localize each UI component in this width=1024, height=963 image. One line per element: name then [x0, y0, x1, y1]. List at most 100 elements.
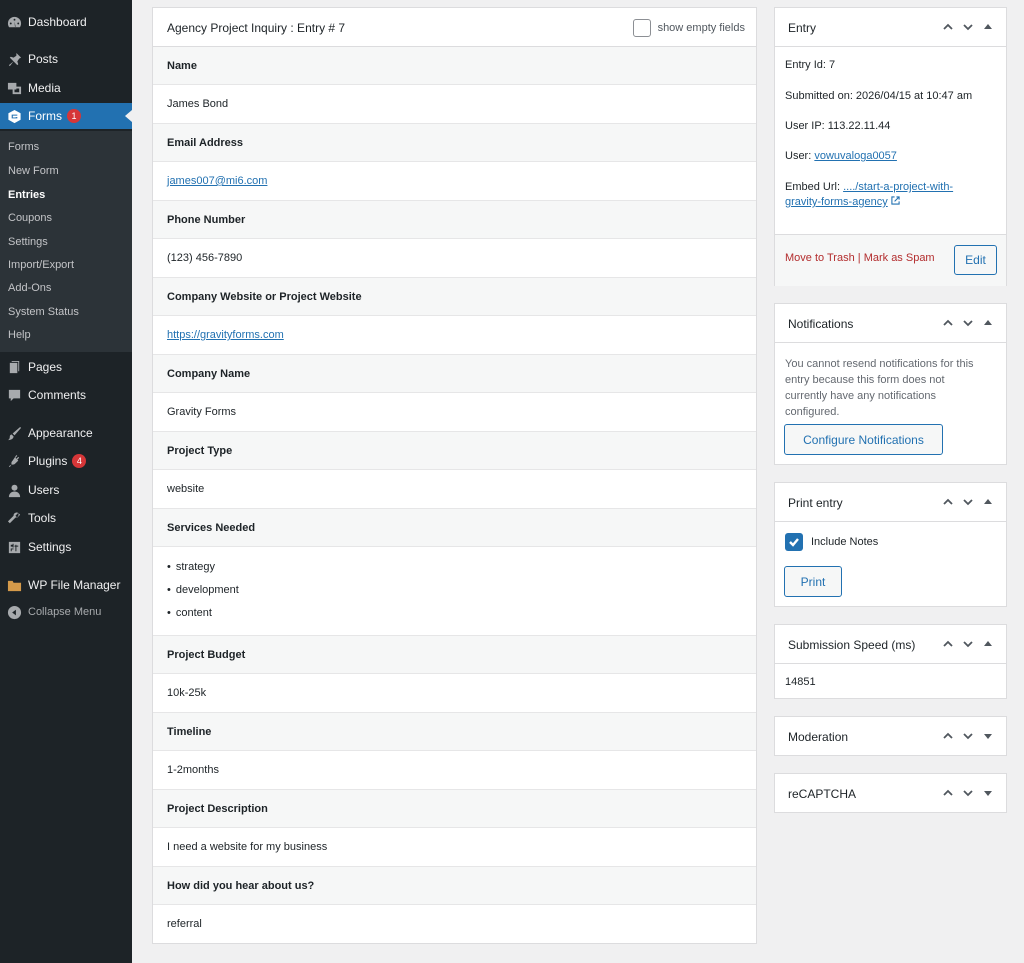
moderation-box-header: Moderation [775, 717, 1006, 756]
chevron-down-icon [963, 733, 973, 740]
chevron-down-icon [963, 24, 973, 31]
include-notes-checkbox[interactable] [785, 533, 803, 551]
toggle-panel-button[interactable] [978, 785, 998, 801]
field-value-row: (123) 456-7890 [153, 239, 756, 278]
menu-label: Users [28, 483, 60, 497]
menu-forms[interactable]: Forms 1 [0, 103, 132, 129]
menu-settings[interactable]: Settings [0, 534, 132, 560]
entry-card-header: Agency Project Inquiry : Entry # 7 show … [153, 8, 756, 47]
notifications-box-title: Notifications [788, 317, 854, 331]
chevron-up-icon [943, 732, 953, 739]
chevron-up-icon [943, 640, 953, 647]
chevron-up-icon [943, 498, 953, 505]
field-label: Project Type [167, 444, 233, 457]
embed-url-link-continued[interactable]: gravity-forms-agency [785, 196, 888, 208]
chevron-down-icon [963, 320, 973, 327]
menu-tools[interactable]: Tools [0, 505, 132, 531]
menu-label: Appearance [28, 426, 93, 440]
embed-url-link[interactable]: ..../start-a-project-with- [843, 181, 953, 193]
collapse-menu-button[interactable]: Collapse Menu [0, 599, 132, 625]
field-value: I need a website for my business [167, 841, 328, 853]
field-value-row: I need a website for my business [153, 828, 756, 867]
move-up-button[interactable] [938, 785, 958, 801]
mark-as-spam-link[interactable]: Mark as Spam [864, 252, 935, 264]
menu-posts[interactable]: Posts [0, 46, 132, 72]
list-item: development [167, 580, 239, 603]
user-ip: User IP: 113.22.11.44 [785, 120, 891, 132]
menu-pages[interactable]: Pages [0, 354, 132, 380]
menu-label: Forms [28, 109, 62, 123]
website-link[interactable]: https://gravityforms.com [167, 329, 284, 341]
menu-wp-file-manager[interactable]: WP File Manager [0, 572, 132, 598]
toggle-panel-button[interactable] [978, 19, 998, 35]
move-down-button[interactable] [958, 494, 978, 510]
move-down-button[interactable] [958, 728, 978, 744]
submenu-add-ons[interactable]: Add-Ons [8, 282, 51, 294]
submenu-forms[interactable]: Forms [8, 141, 39, 153]
move-up-button[interactable] [938, 19, 958, 35]
submenu-coupons[interactable]: Coupons [8, 212, 52, 224]
menu-comments[interactable]: Comments [0, 382, 132, 408]
submenu-new-form[interactable]: New Form [8, 165, 59, 177]
submission-speed-value: 14851 [785, 676, 816, 688]
menu-users[interactable]: Users [0, 477, 132, 503]
move-up-button[interactable] [938, 636, 958, 652]
submenu-settings[interactable]: Settings [8, 236, 48, 248]
toggle-panel-button[interactable] [978, 315, 998, 331]
check-icon [789, 538, 799, 547]
move-to-trash-link[interactable]: Move to Trash [785, 252, 855, 264]
move-up-button[interactable] [938, 315, 958, 331]
menu-plugins[interactable]: Plugins 4 [0, 448, 132, 474]
field-value-row: 10k-25k [153, 674, 756, 713]
forms-submenu: Forms New Form Entries Coupons Settings … [0, 131, 132, 352]
move-down-button[interactable] [958, 19, 978, 35]
field-value: (123) 456-7890 [167, 252, 243, 264]
toggle-panel-button[interactable] [978, 636, 998, 652]
toggle-panel-button[interactable] [978, 728, 998, 744]
menu-label: Comments [28, 388, 87, 402]
field-label-row: Timeline [153, 713, 756, 751]
user-link[interactable]: vowuvaloga0057 [814, 150, 897, 162]
user-icon [6, 482, 22, 498]
submenu-entries[interactable]: Entries [8, 189, 45, 201]
show-empty-fields-checkbox[interactable] [632, 19, 651, 37]
menu-label: Pages [28, 360, 63, 374]
field-value: website [167, 483, 205, 495]
page-icon [6, 359, 22, 375]
moderation-box: Moderation [774, 716, 1007, 756]
embed-url-row: Embed Url: ..../start-a-project-with- gr… [785, 180, 953, 210]
chevron-up-icon [943, 789, 953, 796]
recaptcha-box-title: reCAPTCHA [788, 787, 857, 801]
triangle-up-icon [984, 24, 992, 29]
move-down-button[interactable] [958, 315, 978, 331]
external-link-icon [891, 196, 900, 205]
submenu-system-status[interactable]: System Status [8, 306, 79, 318]
email-link[interactable]: james007@mi6.com [167, 175, 267, 187]
print-button[interactable]: Print [784, 566, 842, 597]
chevron-down-icon [963, 790, 973, 797]
show-empty-fields-toggle[interactable]: show empty fields [632, 19, 745, 37]
submenu-import-export[interactable]: Import/Export [8, 259, 74, 271]
configure-notifications-button[interactable]: Configure Notifications [784, 424, 943, 455]
field-label-row: Phone Number [153, 201, 756, 239]
menu-dashboard[interactable]: Dashboard [0, 9, 132, 35]
recaptcha-box: reCAPTCHA [774, 773, 1007, 813]
toggle-panel-button[interactable] [978, 494, 998, 510]
move-up-button[interactable] [938, 728, 958, 744]
field-label-row: Name [153, 47, 756, 85]
field-label: Timeline [167, 725, 212, 738]
move-up-button[interactable] [938, 494, 958, 510]
submitted-on: Submitted on: 2026/04/15 at 10:47 am [785, 90, 973, 102]
submenu-help[interactable]: Help [8, 329, 31, 341]
menu-media[interactable]: Media [0, 75, 132, 101]
field-label-row: Project Description [153, 790, 756, 828]
recaptcha-box-header: reCAPTCHA [775, 774, 1006, 813]
comment-icon [6, 387, 22, 403]
edit-button[interactable]: Edit [954, 245, 997, 275]
menu-label: Tools [28, 511, 57, 525]
move-down-button[interactable] [958, 636, 978, 652]
field-label-row: Company Website or Project Website [153, 278, 756, 316]
move-down-button[interactable] [958, 785, 978, 801]
field-label-row: Services Needed [153, 509, 756, 547]
menu-appearance[interactable]: Appearance [0, 420, 132, 446]
